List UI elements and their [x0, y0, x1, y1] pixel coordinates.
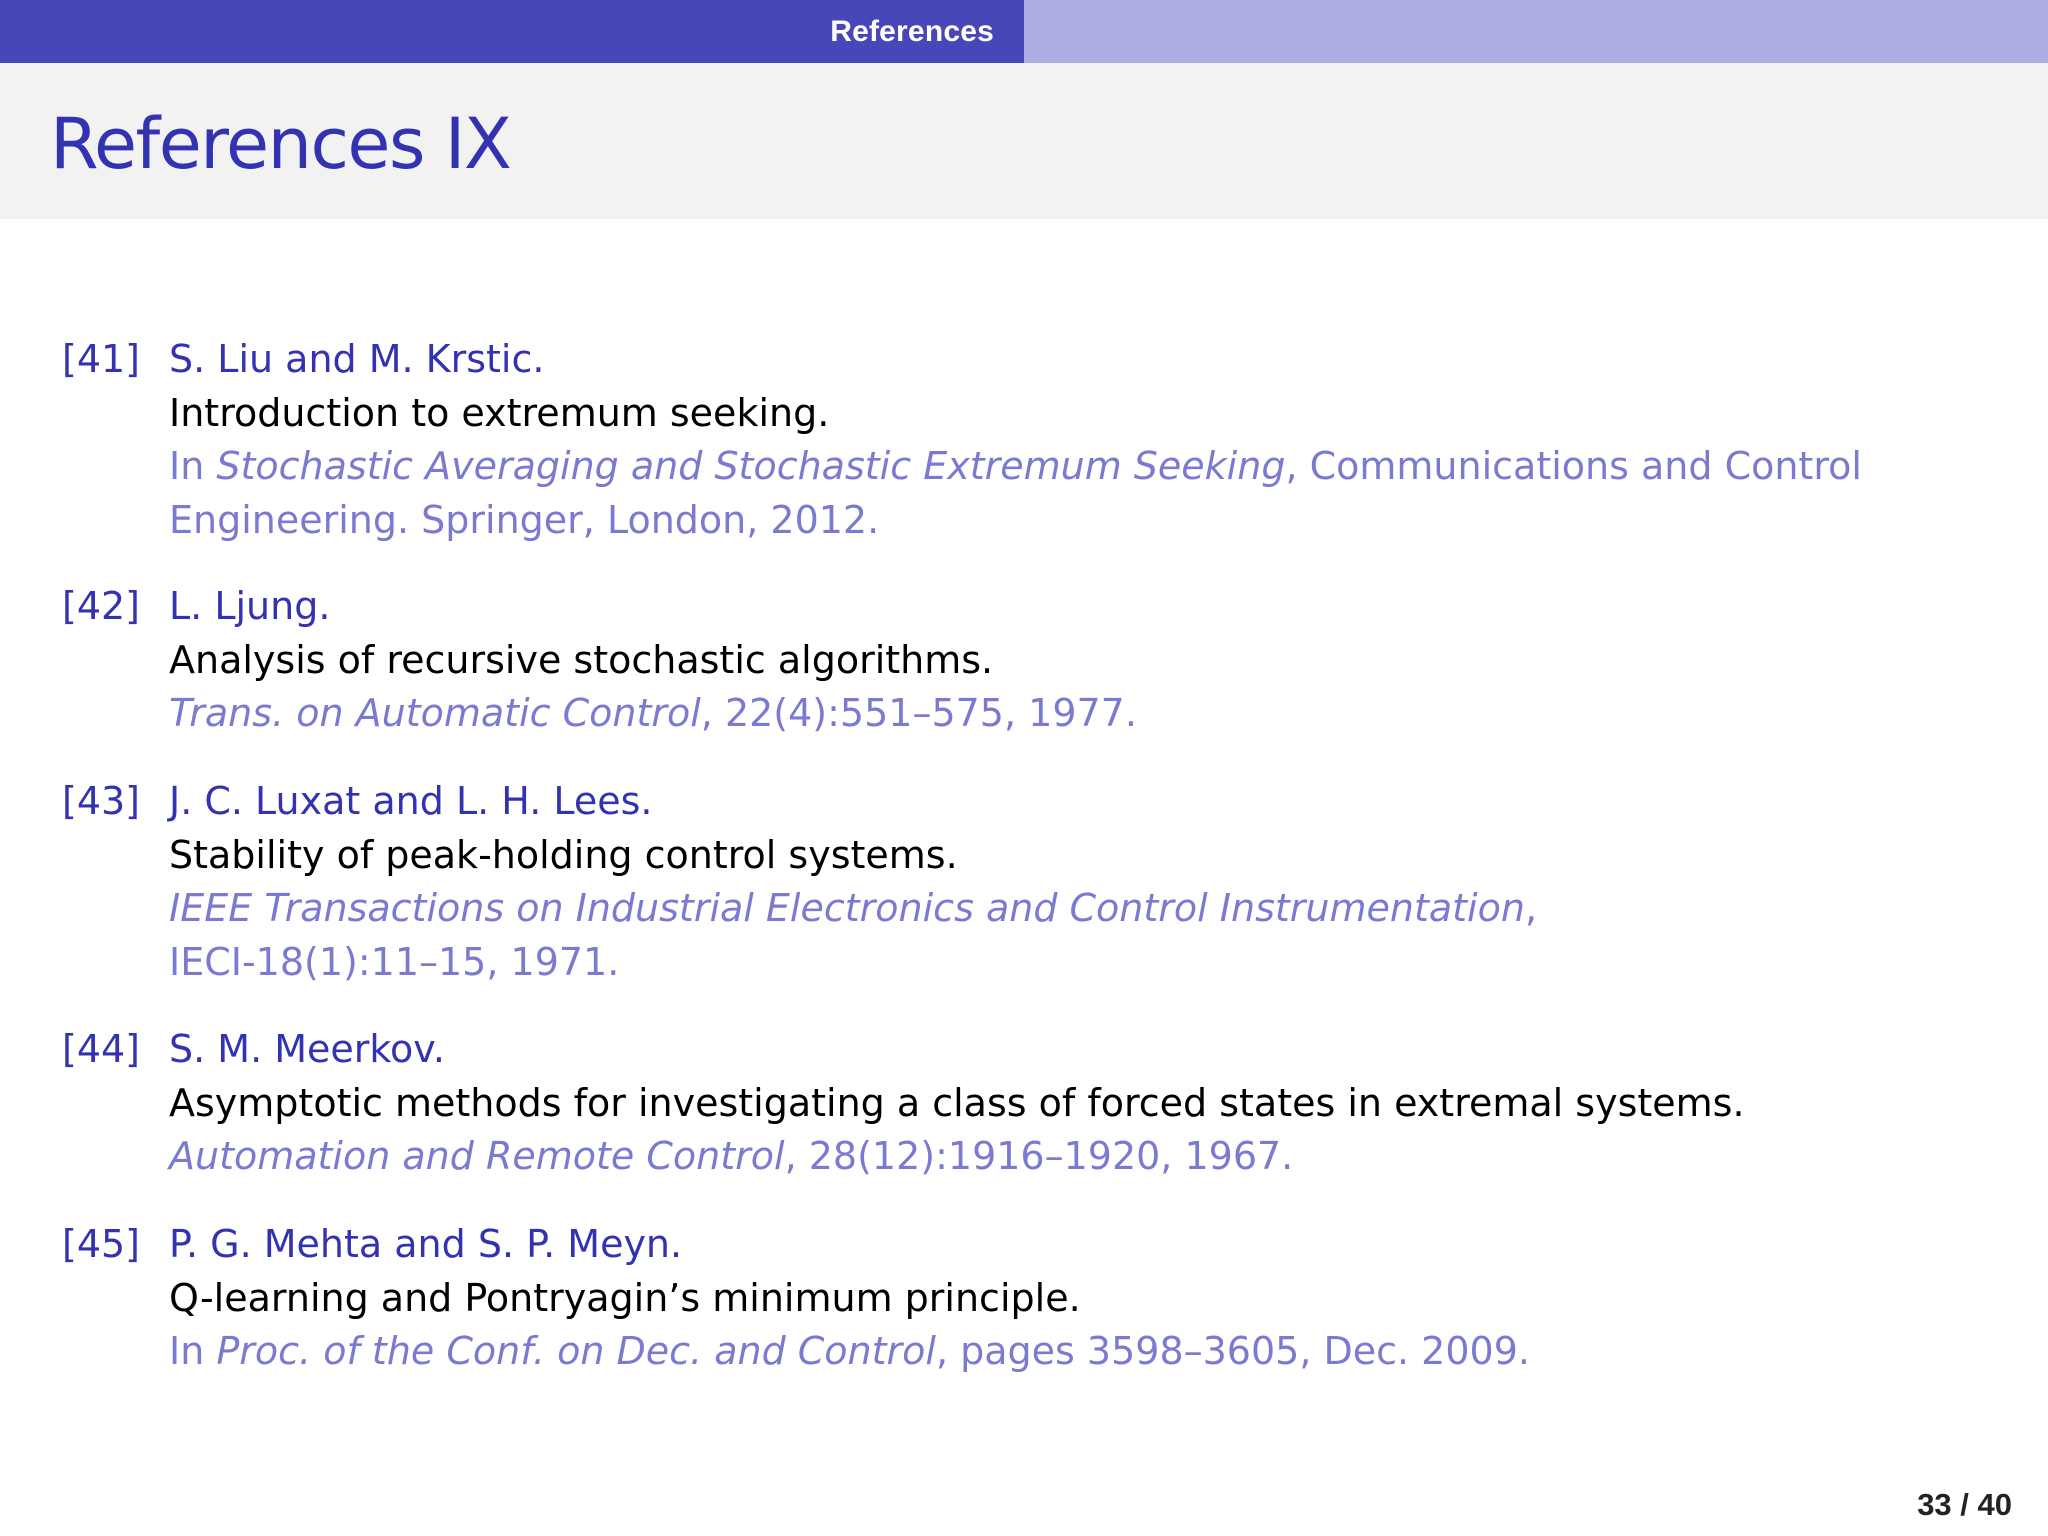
reference-body: S. M. Meerkov. Asymptotic methods for in… — [169, 1023, 1989, 1184]
header-section-right — [1024, 0, 2048, 63]
reference-body: S. Liu and M. Krstic. Introduction to ex… — [169, 333, 1989, 547]
reference-number: [45] — [62, 1222, 141, 1266]
reference-venue: In Proc. of the Conf. on Dec. and Contro… — [169, 1325, 1989, 1379]
header-section-left: References — [0, 0, 1024, 63]
section-label[interactable]: References — [830, 15, 994, 49]
reference-venue: IEEE Transactions on Industrial Electron… — [169, 882, 1989, 936]
reference-body: P. G. Mehta and S. P. Meyn. Q-learning a… — [169, 1218, 1989, 1379]
venue-name: Automation and Remote Control — [169, 1134, 785, 1178]
venue-details: , 22(4):551–575, 1977. — [700, 691, 1137, 735]
venue-name: IEEE Transactions on Industrial Electron… — [169, 886, 1525, 930]
reference-body: L. Ljung. Analysis of recursive stochast… — [169, 580, 1989, 741]
venue-name: Proc. of the Conf. on Dec. and Control — [216, 1329, 936, 1373]
venue-prefix: In — [169, 1329, 217, 1373]
venue-details: , — [1524, 886, 1538, 930]
venue-name: Trans. on Automatic Control — [169, 691, 701, 735]
reference-title: Q-learning and Pontryagin’s minimum prin… — [169, 1275, 1081, 1320]
reference-number: [42] — [62, 584, 141, 628]
reference-authors: S. M. Meerkov. — [169, 1027, 445, 1071]
venue-name: Stochastic Averaging and Stochastic Extr… — [216, 444, 1286, 488]
venue-details: , Communications and Control — [1285, 444, 1862, 488]
reference-venue: Automation and Remote Control, 28(12):19… — [169, 1130, 1989, 1184]
reference-body: J. C. Luxat and L. H. Lees. Stability of… — [169, 775, 1989, 989]
reference-title: Introduction to extremum seeking. — [169, 390, 830, 435]
venue-details: , 28(12):1916–1920, 1967. — [784, 1134, 1294, 1178]
title-bar: References IX — [0, 63, 2048, 219]
reference-title: Stability of peak-holding control system… — [169, 832, 958, 877]
reference-venue-continued: Engineering. Springer, London, 2012. — [169, 497, 880, 542]
reference-authors: J. C. Luxat and L. H. Lees. — [169, 779, 653, 823]
venue-prefix: In — [169, 444, 217, 488]
header-bar: References — [0, 0, 2048, 63]
reference-authors: L. Ljung. — [169, 584, 331, 628]
reference-number: [41] — [62, 337, 141, 381]
reference-number: [43] — [62, 779, 141, 823]
slide-title: References IX — [50, 103, 512, 185]
reference-title: Asymptotic methods for investigating a c… — [169, 1080, 1745, 1125]
reference-authors: S. Liu and M. Krstic. — [169, 337, 545, 381]
reference-venue: Trans. on Automatic Control, 22(4):551–5… — [169, 687, 1989, 741]
venue-details: , pages 3598–3605, Dec. 2009. — [935, 1329, 1530, 1373]
reference-venue: In Stochastic Averaging and Stochastic E… — [169, 440, 1989, 494]
reference-title: Analysis of recursive stochastic algorit… — [169, 637, 994, 682]
reference-number: [44] — [62, 1027, 141, 1071]
reference-venue-continued: IECI-18(1):11–15, 1971. — [169, 939, 620, 984]
page-number: 33 / 40 — [1917, 1487, 2012, 1522]
reference-authors: P. G. Mehta and S. P. Meyn. — [169, 1222, 683, 1266]
